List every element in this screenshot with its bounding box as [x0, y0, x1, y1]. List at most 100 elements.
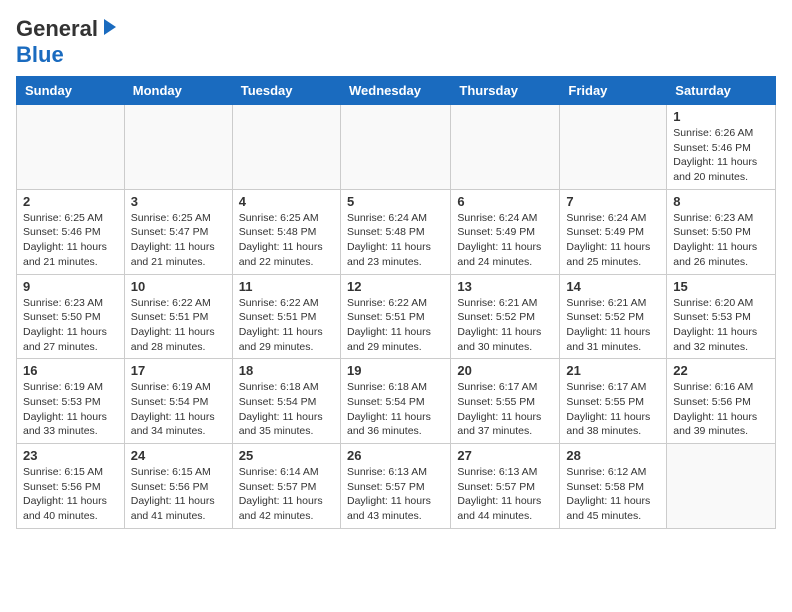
calendar-cell: [667, 444, 776, 529]
day-number: 7: [566, 194, 660, 209]
day-info: Sunrise: 6:25 AM Sunset: 5:46 PM Dayligh…: [23, 211, 118, 270]
day-number: 10: [131, 279, 226, 294]
day-number: 9: [23, 279, 118, 294]
day-info: Sunrise: 6:23 AM Sunset: 5:50 PM Dayligh…: [23, 296, 118, 355]
weekday-header-monday: Monday: [124, 77, 232, 105]
weekday-header-sunday: Sunday: [17, 77, 125, 105]
calendar-cell: 12 Sunrise: 6:22 AM Sunset: 5:51 PM Dayli…: [340, 274, 450, 359]
day-info: Sunrise: 6:24 AM Sunset: 5:49 PM Dayligh…: [457, 211, 553, 270]
calendar-cell: 20 Sunrise: 6:17 AM Sunset: 5:55 PM Dayli…: [451, 359, 560, 444]
calendar-cell: 6 Sunrise: 6:24 AM Sunset: 5:49 PM Daylig…: [451, 189, 560, 274]
day-info: Sunrise: 6:21 AM Sunset: 5:52 PM Dayligh…: [566, 296, 660, 355]
day-info: Sunrise: 6:24 AM Sunset: 5:48 PM Dayligh…: [347, 211, 444, 270]
day-number: 11: [239, 279, 334, 294]
day-info: Sunrise: 6:22 AM Sunset: 5:51 PM Dayligh…: [239, 296, 334, 355]
calendar-cell: 19Sunrise: 6:18 AM Sunset: 5:54 PM Dayli…: [340, 359, 450, 444]
day-number: 6: [457, 194, 553, 209]
day-info: Sunrise: 6:13 AM Sunset: 5:57 PM Dayligh…: [347, 465, 444, 524]
calendar-cell: [232, 105, 340, 190]
day-info: Sunrise: 6:24 AM Sunset: 5:49 PM Dayligh…: [566, 211, 660, 270]
weekday-header-friday: Friday: [560, 77, 667, 105]
calendar-cell: 23 Sunrise: 6:15 AM Sunset: 5:56 PM Dayli…: [17, 444, 125, 529]
day-info: Sunrise: 6:12 AM Sunset: 5:58 PM Dayligh…: [566, 465, 660, 524]
calendar-cell: [17, 105, 125, 190]
calendar-cell: 17 Sunrise: 6:19 AM Sunset: 5:54 PM Dayli…: [124, 359, 232, 444]
calendar-cell: 8 Sunrise: 6:23 AM Sunset: 5:50 PM Daylig…: [667, 189, 776, 274]
day-number: 17: [131, 363, 226, 378]
calendar-cell: 16 Sunrise: 6:19 AM Sunset: 5:53 PM Dayli…: [17, 359, 125, 444]
day-info: Sunrise: 6:20 AM Sunset: 5:53 PM Dayligh…: [673, 296, 769, 355]
calendar-cell: 21 Sunrise: 6:17 AM Sunset: 5:55 PM Dayli…: [560, 359, 667, 444]
day-info: Sunrise: 6:17 AM Sunset: 5:55 PM Dayligh…: [457, 380, 553, 439]
calendar-cell: [124, 105, 232, 190]
day-info: Sunrise: 6:22 AM Sunset: 5:51 PM Dayligh…: [347, 296, 444, 355]
weekday-header-tuesday: Tuesday: [232, 77, 340, 105]
day-number: 23: [23, 448, 118, 463]
calendar-cell: 18 Sunrise: 6:18 AM Sunset: 5:54 PM Dayli…: [232, 359, 340, 444]
day-number: 15: [673, 279, 769, 294]
day-number: 1: [673, 109, 769, 124]
day-number: 4: [239, 194, 334, 209]
calendar-cell: 10 Sunrise: 6:22 AM Sunset: 5:51 PM Dayli…: [124, 274, 232, 359]
calendar-cell: 2 Sunrise: 6:25 AM Sunset: 5:46 PM Daylig…: [17, 189, 125, 274]
calendar-week-1: 1 Sunrise: 6:26 AM Sunset: 5:46 PM Daylig…: [17, 105, 776, 190]
day-info: Sunrise: 6:19 AM Sunset: 5:54 PM Dayligh…: [131, 380, 226, 439]
day-info: Sunrise: 6:16 AM Sunset: 5:56 PM Dayligh…: [673, 380, 769, 439]
day-info: Sunrise: 6:15 AM Sunset: 5:56 PM Dayligh…: [23, 465, 118, 524]
day-info: Sunrise: 6:23 AM Sunset: 5:50 PM Dayligh…: [673, 211, 769, 270]
calendar-cell: 11 Sunrise: 6:22 AM Sunset: 5:51 PM Dayli…: [232, 274, 340, 359]
day-number: 28: [566, 448, 660, 463]
day-info: Sunrise: 6:13 AM Sunset: 5:57 PM Dayligh…: [457, 465, 553, 524]
day-info: Sunrise: 6:26 AM Sunset: 5:46 PM Dayligh…: [673, 126, 769, 185]
calendar-cell: [560, 105, 667, 190]
day-number: 26: [347, 448, 444, 463]
calendar-cell: 27 Sunrise: 6:13 AM Sunset: 5:57 PM Dayli…: [451, 444, 560, 529]
day-number: 24: [131, 448, 226, 463]
day-info: Sunrise: 6:15 AM Sunset: 5:56 PM Dayligh…: [131, 465, 226, 524]
day-number: 14: [566, 279, 660, 294]
calendar-week-3: 9 Sunrise: 6:23 AM Sunset: 5:50 PM Daylig…: [17, 274, 776, 359]
weekday-header-thursday: Thursday: [451, 77, 560, 105]
calendar-cell: 14 Sunrise: 6:21 AM Sunset: 5:52 PM Dayli…: [560, 274, 667, 359]
calendar-cell: 3 Sunrise: 6:25 AM Sunset: 5:47 PM Daylig…: [124, 189, 232, 274]
day-info: Sunrise: 6:22 AM Sunset: 5:51 PM Dayligh…: [131, 296, 226, 355]
calendar-cell: 4 Sunrise: 6:25 AM Sunset: 5:48 PM Daylig…: [232, 189, 340, 274]
day-number: 16: [23, 363, 118, 378]
logo: General Blue: [16, 16, 118, 68]
day-number: 5: [347, 194, 444, 209]
calendar-week-4: 16 Sunrise: 6:19 AM Sunset: 5:53 PM Dayli…: [17, 359, 776, 444]
day-number: 8: [673, 194, 769, 209]
day-number: 3: [131, 194, 226, 209]
calendar-cell: 9 Sunrise: 6:23 AM Sunset: 5:50 PM Daylig…: [17, 274, 125, 359]
day-number: 2: [23, 194, 118, 209]
calendar-cell: [340, 105, 450, 190]
day-info: Sunrise: 6:14 AM Sunset: 5:57 PM Dayligh…: [239, 465, 334, 524]
weekday-header-saturday: Saturday: [667, 77, 776, 105]
day-number: 20: [457, 363, 553, 378]
day-number: 18: [239, 363, 334, 378]
calendar-cell: 24 Sunrise: 6:15 AM Sunset: 5:56 PM Dayli…: [124, 444, 232, 529]
page-header: General Blue: [16, 16, 776, 68]
calendar-week-2: 2 Sunrise: 6:25 AM Sunset: 5:46 PM Daylig…: [17, 189, 776, 274]
calendar-cell: 1 Sunrise: 6:26 AM Sunset: 5:46 PM Daylig…: [667, 105, 776, 190]
calendar-cell: 7 Sunrise: 6:24 AM Sunset: 5:49 PM Daylig…: [560, 189, 667, 274]
day-info: Sunrise: 6:25 AM Sunset: 5:47 PM Dayligh…: [131, 211, 226, 270]
day-number: 27: [457, 448, 553, 463]
day-number: 22: [673, 363, 769, 378]
day-number: 12: [347, 279, 444, 294]
day-info: Sunrise: 6:19 AM Sunset: 5:53 PM Dayligh…: [23, 380, 118, 439]
day-number: 21: [566, 363, 660, 378]
day-info: Sunrise: 6:18 AM Sunset: 5:54 PM Dayligh…: [239, 380, 334, 439]
calendar-week-5: 23 Sunrise: 6:15 AM Sunset: 5:56 PM Dayli…: [17, 444, 776, 529]
calendar-cell: 22 Sunrise: 6:16 AM Sunset: 5:56 PM Dayli…: [667, 359, 776, 444]
calendar-cell: [451, 105, 560, 190]
day-number: 19: [347, 363, 444, 378]
day-info: Sunrise: 6:17 AM Sunset: 5:55 PM Dayligh…: [566, 380, 660, 439]
logo-blue-text: Blue: [16, 42, 64, 67]
calendar-cell: 26 Sunrise: 6:13 AM Sunset: 5:57 PM Dayli…: [340, 444, 450, 529]
calendar-table: SundayMondayTuesdayWednesdayThursdayFrid…: [16, 76, 776, 529]
day-info: Sunrise: 6:21 AM Sunset: 5:52 PM Dayligh…: [457, 296, 553, 355]
day-number: 25: [239, 448, 334, 463]
day-info: Sunrise: 6:25 AM Sunset: 5:48 PM Dayligh…: [239, 211, 334, 270]
weekday-header-wednesday: Wednesday: [340, 77, 450, 105]
